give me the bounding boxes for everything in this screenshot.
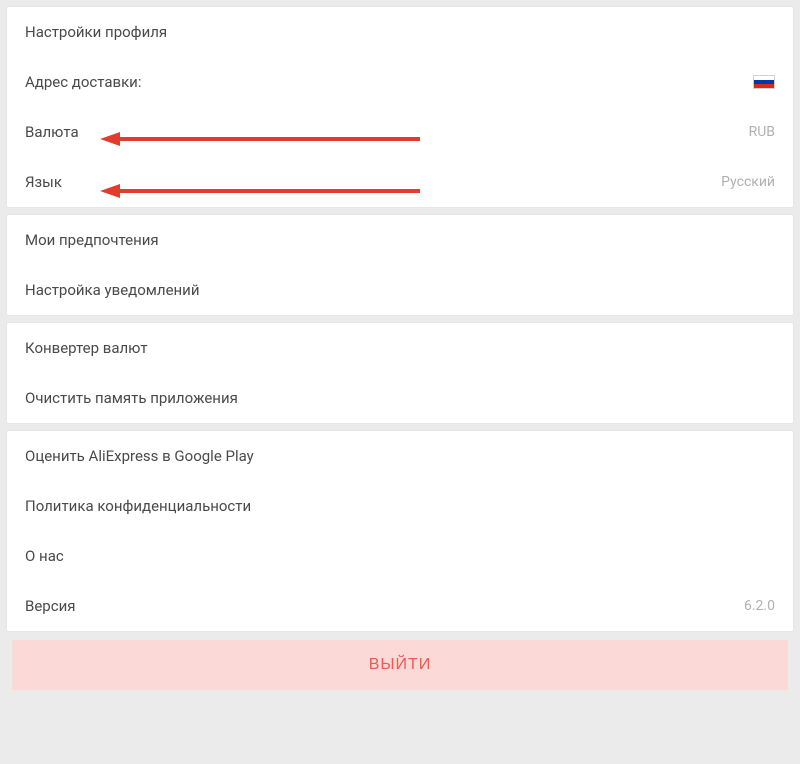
notification-settings-row[interactable]: Настройка уведомлений xyxy=(7,265,793,315)
version-label: Версия xyxy=(25,597,75,615)
currency-value: RUB xyxy=(749,124,775,140)
language-label: Язык xyxy=(25,173,62,191)
language-value: Русский xyxy=(721,174,775,190)
version-value: 6.2.0 xyxy=(744,598,775,614)
about-group: Оценить AliExpress в Google Play Политик… xyxy=(6,430,794,632)
notification-settings-label: Настройка уведомлений xyxy=(25,281,200,299)
preferences-group: Мои предпочтения Настройка уведомлений xyxy=(6,214,794,316)
preferences-label: Мои предпочтения xyxy=(25,231,159,249)
clear-cache-label: Очистить память приложения xyxy=(25,389,238,407)
currency-label: Валюта xyxy=(25,123,79,141)
about-label: О нас xyxy=(25,547,64,565)
profile-group: Настройки профиля Адрес доставки: Валюта… xyxy=(6,6,794,208)
currency-converter-row[interactable]: Конвертер валют xyxy=(7,323,793,373)
currency-row[interactable]: Валюта RUB xyxy=(7,107,793,157)
rate-app-label: Оценить AliExpress в Google Play xyxy=(25,447,254,465)
currency-converter-label: Конвертер валют xyxy=(25,339,148,357)
logout-wrap: ВЫЙТИ xyxy=(12,640,788,690)
profile-settings-row[interactable]: Настройки профиля xyxy=(7,7,793,57)
russia-flag-icon xyxy=(753,75,775,89)
language-row[interactable]: Язык Русский xyxy=(7,157,793,207)
about-row[interactable]: О нас xyxy=(7,531,793,581)
preferences-row[interactable]: Мои предпочтения xyxy=(7,215,793,265)
version-row: Версия 6.2.0 xyxy=(7,581,793,631)
clear-cache-row[interactable]: Очистить память приложения xyxy=(7,373,793,423)
privacy-policy-row[interactable]: Политика конфиденциальности xyxy=(7,481,793,531)
shipping-address-label: Адрес доставки: xyxy=(25,73,141,91)
rate-app-row[interactable]: Оценить AliExpress в Google Play xyxy=(7,431,793,481)
logout-button[interactable]: ВЫЙТИ xyxy=(12,640,788,690)
shipping-address-row[interactable]: Адрес доставки: xyxy=(7,57,793,107)
privacy-policy-label: Политика конфиденциальности xyxy=(25,497,251,515)
profile-settings-label: Настройки профиля xyxy=(25,23,167,41)
tools-group: Конвертер валют Очистить память приложен… xyxy=(6,322,794,424)
